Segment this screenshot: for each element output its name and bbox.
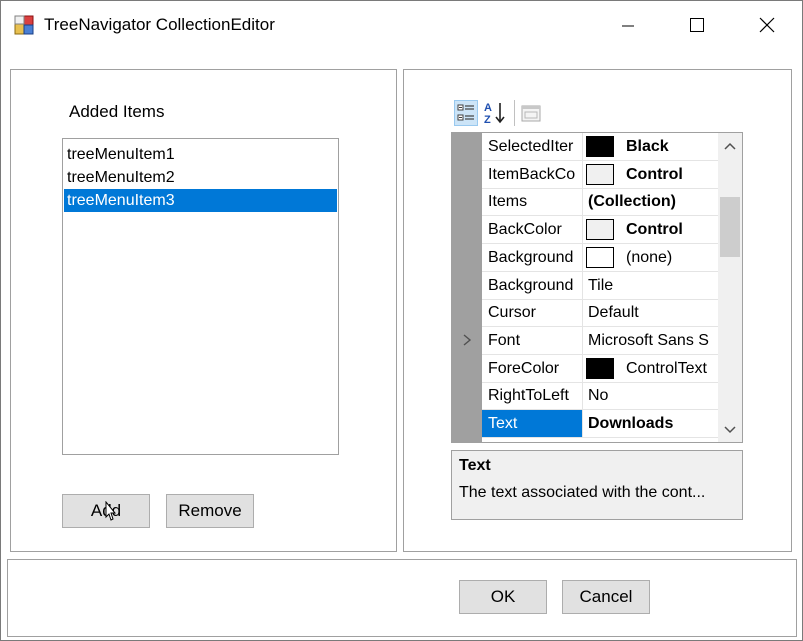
property-row[interactable]: Font Microsoft Sans S bbox=[482, 327, 718, 355]
property-name: ItemBackCo bbox=[482, 161, 583, 188]
maximize-button[interactable] bbox=[673, 1, 721, 49]
property-description-panel: Text The text associated with the cont..… bbox=[451, 450, 743, 520]
description-text: The text associated with the cont... bbox=[459, 484, 706, 501]
categorized-button[interactable] bbox=[454, 100, 478, 126]
property-row[interactable]: ForeColor ControlText bbox=[482, 355, 718, 383]
property-name: Background bbox=[482, 244, 583, 271]
property-row[interactable]: Cursor Default bbox=[482, 299, 718, 327]
scroll-up-arrow[interactable] bbox=[718, 135, 742, 157]
property-value[interactable]: ControlText bbox=[583, 355, 718, 382]
property-row[interactable]: SelectedIter Black bbox=[482, 133, 718, 161]
property-value[interactable]: Downloads bbox=[583, 410, 718, 437]
close-button[interactable] bbox=[743, 1, 791, 49]
property-name: Background bbox=[482, 272, 583, 299]
property-grid[interactable]: SelectedIter Black ItemBackCo Control Items (… bbox=[451, 132, 743, 443]
property-value-text: Control bbox=[626, 166, 683, 183]
added-items-listbox[interactable]: treeMenuItem1 treeMenuItem2 treeMenuItem… bbox=[62, 138, 339, 455]
list-item-selected[interactable]: treeMenuItem3 bbox=[64, 189, 337, 212]
property-grid-gutter bbox=[452, 133, 482, 442]
property-row[interactable]: ItemBackCo Control bbox=[482, 161, 718, 189]
color-swatch bbox=[586, 219, 614, 240]
chevron-up-icon bbox=[724, 142, 736, 150]
property-name: ForeColor bbox=[482, 355, 583, 382]
property-value-text: (none) bbox=[626, 249, 673, 266]
property-name: Font bbox=[482, 327, 583, 354]
property-value[interactable]: Control bbox=[583, 161, 718, 188]
scroll-down-arrow[interactable] bbox=[718, 419, 742, 441]
property-value[interactable]: Control bbox=[583, 216, 718, 243]
property-row[interactable]: Background (none) bbox=[482, 244, 718, 272]
remove-button[interactable]: Remove bbox=[166, 494, 254, 528]
property-value[interactable]: Microsoft Sans S bbox=[583, 327, 718, 354]
property-name: Cursor bbox=[482, 299, 583, 326]
property-value-text: Tile bbox=[588, 277, 614, 294]
maximize-icon bbox=[690, 18, 704, 32]
color-swatch bbox=[586, 247, 614, 268]
mouse-cursor-icon bbox=[105, 501, 117, 521]
close-icon bbox=[759, 17, 775, 33]
svg-text:A: A bbox=[484, 102, 492, 114]
app-icon bbox=[14, 15, 34, 35]
alphabetical-button[interactable]: A Z bbox=[483, 100, 507, 126]
collection-editor-window: TreeNavigator CollectionEditor Added Ite… bbox=[0, 0, 803, 641]
property-value[interactable]: (none) bbox=[583, 244, 718, 271]
alphabetical-sort-icon: A Z bbox=[484, 102, 505, 126]
color-swatch bbox=[586, 164, 614, 185]
property-value[interactable]: Tile bbox=[583, 272, 718, 299]
property-value-text: Black bbox=[626, 138, 669, 155]
toolbar-separator bbox=[514, 100, 515, 126]
dialog-buttons-panel bbox=[7, 559, 797, 637]
chevron-down-icon bbox=[724, 426, 736, 434]
cancel-button[interactable]: Cancel bbox=[562, 580, 650, 614]
property-row[interactable]: Text Downloads bbox=[482, 410, 718, 438]
categorized-view-icon bbox=[457, 104, 474, 121]
ok-button[interactable]: OK bbox=[459, 580, 547, 614]
property-row[interactable]: Items (Collection) bbox=[482, 188, 718, 216]
property-name: SelectedIter bbox=[482, 133, 583, 160]
property-value-text: (Collection) bbox=[588, 193, 676, 210]
property-value[interactable]: Default bbox=[583, 299, 718, 326]
property-value[interactable]: Black bbox=[583, 133, 718, 160]
property-pages-icon bbox=[521, 105, 541, 122]
property-name: RightToLeft bbox=[482, 382, 583, 409]
property-value-text: Microsoft Sans S bbox=[588, 332, 709, 349]
property-value-text: Downloads bbox=[588, 415, 674, 432]
property-value-text: Control bbox=[626, 221, 683, 238]
svg-text:Z: Z bbox=[484, 114, 491, 126]
property-value-text: Default bbox=[588, 304, 639, 321]
property-grid-scrollbar[interactable] bbox=[718, 133, 742, 442]
property-row[interactable]: RightToLeft No bbox=[482, 382, 718, 410]
property-value-text: ControlText bbox=[626, 360, 707, 377]
property-row[interactable]: BackColor Control bbox=[482, 216, 718, 244]
chevron-right-icon bbox=[463, 334, 472, 346]
title-bar[interactable]: TreeNavigator CollectionEditor bbox=[1, 1, 802, 49]
property-value[interactable]: No bbox=[583, 382, 718, 409]
added-items-label: Added Items bbox=[69, 102, 165, 121]
window-title: TreeNavigator CollectionEditor bbox=[44, 15, 275, 34]
property-value-text: No bbox=[588, 387, 609, 404]
property-pages-button[interactable] bbox=[519, 100, 543, 126]
minimize-icon bbox=[622, 25, 634, 27]
property-name: Text bbox=[482, 410, 583, 437]
property-name: BackColor bbox=[482, 216, 583, 243]
list-item[interactable]: treeMenuItem2 bbox=[64, 166, 337, 189]
scroll-thumb[interactable] bbox=[720, 197, 740, 257]
property-name: Items bbox=[482, 188, 583, 215]
color-swatch bbox=[586, 136, 614, 157]
minimize-button[interactable] bbox=[604, 1, 652, 49]
property-row[interactable]: Background Tile bbox=[482, 272, 718, 300]
description-title: Text bbox=[459, 457, 491, 474]
list-item[interactable]: treeMenuItem1 bbox=[64, 143, 337, 166]
property-value[interactable]: (Collection) bbox=[583, 188, 718, 215]
color-swatch bbox=[586, 358, 614, 379]
